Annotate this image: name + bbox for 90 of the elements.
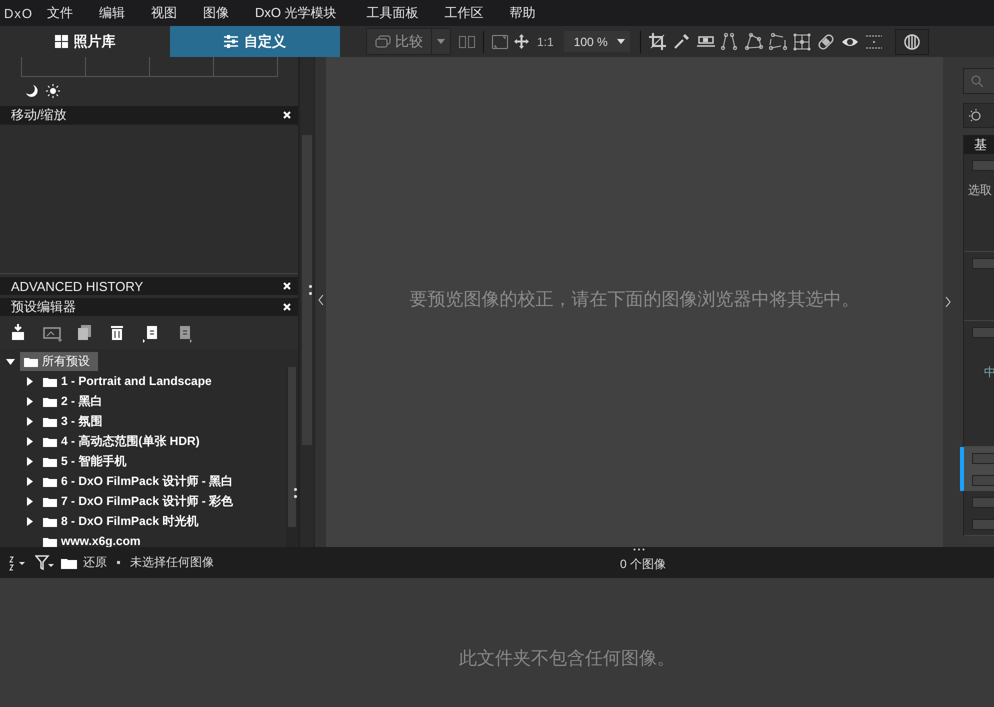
setting-label: 选取 (968, 182, 992, 199)
collapsed-arrow-icon[interactable] (25, 476, 34, 486)
drag-handle-icon[interactable] (294, 488, 297, 498)
split-view-icon[interactable] (459, 36, 475, 48)
chevron-left-icon[interactable] (318, 295, 324, 305)
moon-icon[interactable] (26, 85, 38, 97)
tree-item[interactable]: 3 - 氛围 (39, 412, 110, 430)
zoom-ratio-button[interactable]: 1:1 (537, 34, 554, 48)
image-count: 0 个图像 (620, 556, 666, 573)
folder-icon (43, 496, 57, 506)
panel-header[interactable]: 移动/缩放 (0, 106, 298, 124)
close-icon[interactable] (283, 303, 291, 311)
menu-item[interactable]: 文件 (47, 4, 73, 22)
windows-icon (375, 35, 391, 48)
grid-icon (54, 35, 68, 48)
menu-item[interactable]: 视图 (151, 4, 177, 22)
toggle-switch[interactable] (960, 469, 994, 491)
search-icon (971, 75, 983, 87)
dropdown-button[interactable] (432, 29, 450, 54)
caret-icon (616, 39, 625, 44)
tree-item[interactable]: 6 - DxO FilmPack 设计师 - 黑白 (39, 472, 242, 490)
collapsed-arrow-icon[interactable] (25, 496, 34, 506)
folder-name: 还原 (83, 554, 107, 571)
move-icon[interactable] (514, 34, 529, 49)
tree-item[interactable]: 8 - DxO FilmPack 时光机 (39, 512, 206, 530)
collapsed-arrow-icon[interactable] (25, 436, 34, 446)
empty-message: 此文件夹不包含任何图像。 (459, 646, 675, 670)
fit-frame-icon[interactable] (492, 34, 508, 48)
close-icon[interactable] (283, 282, 291, 290)
menu-item[interactable]: 编辑 (99, 4, 125, 22)
folder-icon (43, 396, 57, 406)
menu-item[interactable]: 工具面板 (366, 4, 419, 22)
folder-icon (43, 436, 57, 446)
striped-circle-icon (904, 34, 920, 50)
menu-item[interactable]: 帮助 (510, 4, 536, 22)
panel-header[interactable]: ADVANCED HISTORY (0, 277, 298, 295)
tree-item[interactable]: www.x6g.com (39, 533, 149, 549)
collapsed-arrow-icon[interactable] (25, 396, 34, 406)
folder-icon (43, 516, 57, 526)
perspective-icon[interactable] (720, 32, 739, 50)
tree-item[interactable]: 4 - 高动态范围(单张 HDR) (39, 432, 208, 450)
folder-icon (24, 356, 38, 366)
folder-icon (43, 456, 57, 466)
collapsed-arrow-icon[interactable] (25, 416, 34, 426)
app-logo: DxO (4, 6, 33, 20)
tree-item[interactable]: 所有预设 (20, 352, 98, 370)
eyedropper-icon[interactable] (672, 32, 691, 50)
menu-item[interactable]: DxO 光学模块 (255, 4, 337, 22)
sliders-icon (224, 35, 238, 48)
split-line-icon[interactable] (864, 32, 883, 50)
folder-icon (61, 556, 77, 568)
folder-icon (43, 476, 57, 486)
folder-icon (43, 416, 57, 426)
drag-handle-icon[interactable] (633, 548, 645, 551)
crop-icon[interactable] (648, 32, 667, 50)
chevron-right-icon[interactable] (945, 297, 951, 307)
scrollbar[interactable] (300, 57, 315, 547)
menu-item[interactable]: 工作区 (444, 4, 484, 22)
close-icon[interactable] (283, 111, 291, 119)
collapsed-arrow-icon[interactable] (25, 456, 34, 466)
status-text: 未选择任何图像 (130, 554, 214, 571)
bandage-icon[interactable] (816, 32, 835, 50)
expanded-arrow-icon[interactable] (6, 356, 15, 366)
palette-button[interactable] (894, 28, 929, 54)
compare-button[interactable]: 比较 (367, 29, 432, 54)
tree-item[interactable]: 7 - DxO FilmPack 设计师 - 彩色 (39, 492, 242, 510)
sun-icon (968, 108, 982, 122)
tree-item[interactable]: 2 - 黑白 (39, 392, 110, 410)
drag-handle-icon[interactable] (309, 285, 312, 295)
rectangle-points-icon[interactable] (768, 32, 787, 50)
sun-icon[interactable] (46, 84, 60, 98)
collapsed-arrow-icon[interactable] (25, 376, 34, 386)
empty-message: 要预览图像的校正，请在下面的图像浏览器中将其选中。 (410, 288, 860, 311)
quad-icon[interactable] (744, 32, 763, 50)
menu-item[interactable]: 图像 (203, 4, 229, 22)
zoom-field[interactable]: 100 % (564, 31, 630, 52)
search-field[interactable] (963, 68, 994, 94)
toggle-switch[interactable] (960, 447, 994, 469)
tree-item[interactable]: 1 - Portrait and Landscape (39, 373, 220, 389)
light-button[interactable] (963, 103, 994, 128)
panel-header[interactable]: 基 (964, 135, 994, 154)
collapsed-arrow-icon[interactable] (25, 516, 34, 526)
filter-icon[interactable] (35, 554, 55, 570)
panel-header[interactable]: 预设编辑器 (0, 298, 298, 316)
scrollbar[interactable] (286, 367, 298, 547)
folder-icon (43, 376, 57, 386)
grid-points-icon[interactable] (792, 32, 811, 50)
caret-icon (437, 39, 445, 44)
tree-item[interactable]: 5 - 智能手机 (39, 452, 134, 470)
mode-tab[interactable]: 自定义 (170, 26, 340, 57)
